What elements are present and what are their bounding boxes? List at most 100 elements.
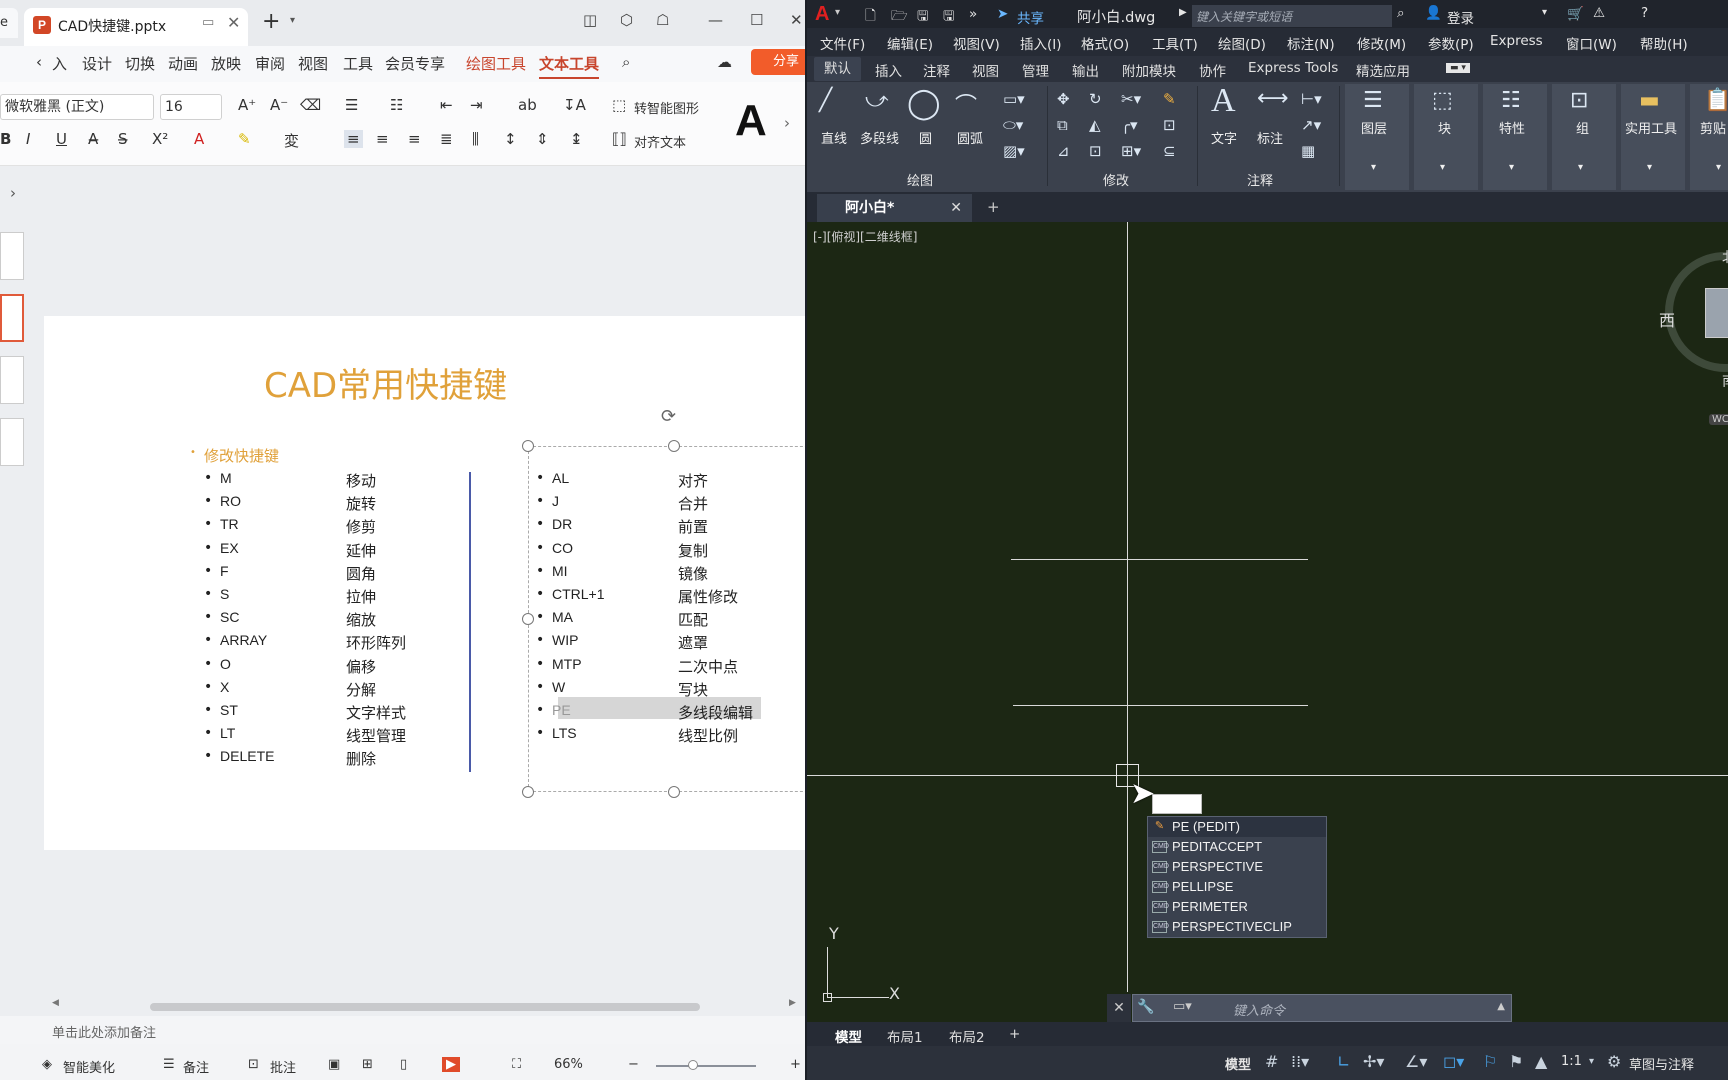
reading-view-icon[interactable]: ▯ xyxy=(400,1057,407,1072)
menu-drawing-tools[interactable]: 绘图工具 xyxy=(466,53,526,74)
hatch-icon[interactable]: ▨▾ xyxy=(1003,142,1025,160)
align-text-icon[interactable]: ⟦⟧ xyxy=(612,130,627,148)
new-tab-button[interactable]: + xyxy=(262,9,280,34)
font-color-icon[interactable]: A xyxy=(194,130,204,148)
autocomplete-item[interactable]: ✎ PE (PEDIT) xyxy=(1148,817,1326,837)
viewcube-north-label[interactable]: 北 xyxy=(1722,247,1728,267)
clipboard-panel[interactable]: 📋 剪贴 ▾ xyxy=(1690,84,1728,190)
shortcut-row[interactable]: • MI 镜像 xyxy=(536,563,796,583)
line-button[interactable]: 直线 xyxy=(821,128,847,147)
arc-icon[interactable]: ⌒ xyxy=(955,88,977,120)
tab-layout2[interactable]: 布局2 xyxy=(949,1026,985,1046)
clear-format-icon[interactable]: ⌫ xyxy=(300,96,321,114)
group-panel[interactable]: ⊡ 组 ▾ xyxy=(1552,84,1616,190)
box-icon[interactable]: ⬡ xyxy=(620,11,633,29)
shortcut-row[interactable]: • EX 延伸 xyxy=(204,540,464,560)
zoom-in-icon[interactable]: + xyxy=(790,1057,801,1072)
erase-icon[interactable]: ✎ xyxy=(1163,90,1176,108)
drawing-canvas[interactable]: [-][俯视][二维线框] ➤ ✎ PE (PEDIT) CMD PEDITACCE… xyxy=(807,222,1728,1022)
user-icon[interactable]: 👤 xyxy=(1425,5,1442,21)
zoom-slider[interactable] xyxy=(656,1065,756,1067)
wrench-icon[interactable]: 🔧 xyxy=(1137,999,1154,1015)
viewport-controls[interactable]: [-][俯视][二维线框] xyxy=(813,228,917,245)
distribute-icon[interactable]: ⫼ xyxy=(472,130,479,148)
open-file-icon[interactable]: 🗁 xyxy=(891,6,908,29)
shortcut-row[interactable]: • MA 匹配 xyxy=(536,609,796,629)
tab-collaborate[interactable]: 协作 xyxy=(1199,60,1226,80)
menu-insert[interactable]: 插入(I) xyxy=(1020,33,1062,53)
notes-pane[interactable]: 单击此处添加备注 xyxy=(0,1016,805,1044)
shortcut-row[interactable]: • ARRAY 环形阵列 xyxy=(204,632,464,652)
drawn-line[interactable] xyxy=(1013,705,1308,706)
viewcube-west-label[interactable]: 西 xyxy=(1659,307,1675,331)
shortcut-row[interactable]: • W 写块 xyxy=(536,679,796,699)
close-window-icon[interactable]: ✕ xyxy=(790,11,803,29)
autocad-logo-icon[interactable]: A xyxy=(815,3,829,26)
shortcut-row[interactable]: • S 拉伸 xyxy=(204,586,464,606)
chevron-down-icon[interactable]: ▾ xyxy=(1589,1056,1594,1067)
close-tab-icon[interactable]: ✕ xyxy=(227,13,240,32)
layers-panel[interactable]: ☰ 图层 ▾ xyxy=(1345,84,1409,190)
minimize-icon[interactable]: — xyxy=(708,11,723,29)
chevron-left-icon[interactable]: ‹ xyxy=(36,53,42,71)
menu-transition[interactable]: 切换 xyxy=(125,53,155,74)
group-modify-label[interactable]: 修改 xyxy=(1103,170,1129,189)
autocomplete-item[interactable]: CMD PERSPECTIVE xyxy=(1148,857,1326,877)
sidebar-toggle-icon[interactable]: ◫ xyxy=(583,11,597,29)
numbered-list-icon[interactable]: ☷ xyxy=(390,96,403,114)
search-icon[interactable]: ⌕ xyxy=(1397,5,1405,21)
shortcut-row[interactable]: • F 圆角 xyxy=(204,563,464,583)
tab-addins[interactable]: 附加模块 xyxy=(1122,60,1176,80)
chevron-down-icon[interactable]: ▾ xyxy=(290,15,295,26)
command-input[interactable]: 键入命令 xyxy=(1233,1000,1285,1019)
smart-graphic-label[interactable]: 转智能图形 xyxy=(634,98,699,117)
chat-icon[interactable]: ☁ xyxy=(717,53,732,71)
menu-tools[interactable]: 工具(T) xyxy=(1152,33,1198,53)
justify-icon[interactable]: ≣ xyxy=(440,130,453,148)
menu-format[interactable]: 格式(O) xyxy=(1081,33,1129,53)
help-icon[interactable]: ? xyxy=(1641,5,1648,21)
rectangle-icon[interactable]: ▭▾ xyxy=(1003,90,1025,108)
wcs-menu[interactable]: WCS xyxy=(1709,414,1728,425)
scale-value[interactable]: 1:1 xyxy=(1561,1054,1582,1069)
group-draw-label[interactable]: 绘图 xyxy=(907,170,933,189)
menu-design[interactable]: 设计 xyxy=(82,53,112,74)
italic-icon[interactable]: I xyxy=(26,130,30,148)
decrease-indent-icon[interactable]: ⇤ xyxy=(440,96,453,114)
align-right-icon[interactable]: ≡ xyxy=(408,130,421,148)
polar-icon[interactable]: ✢▾ xyxy=(1363,1052,1384,1071)
comment-icon[interactable]: ⊡ xyxy=(248,1057,259,1072)
strikethrough-icon[interactable]: A̶ xyxy=(88,130,98,148)
text-button[interactable]: 文字 xyxy=(1211,128,1237,147)
chevron-down-icon[interactable]: ▾ xyxy=(835,7,840,18)
utilities-panel[interactable]: ▬ 实用工具 ▾ xyxy=(1621,84,1685,190)
osnap-icon[interactable]: ◻▾ xyxy=(1443,1052,1464,1071)
shortcut-row[interactable]: • O 偏移 xyxy=(204,656,464,676)
workspace-switch[interactable]: 草图与注释 xyxy=(1629,1054,1694,1073)
new-layout-icon[interactable]: + xyxy=(1009,1026,1020,1042)
resize-handle[interactable] xyxy=(522,613,534,625)
menu-insert[interactable]: 入 xyxy=(52,53,67,74)
command-line[interactable]: ✕ 🔧 ▭▾ 键入命令 ▲ xyxy=(1107,994,1512,1022)
resize-handle[interactable] xyxy=(522,440,534,452)
gear-icon[interactable]: ⚙ xyxy=(1607,1052,1621,1071)
snap-icon[interactable]: ⁞⁞▾ xyxy=(1291,1052,1309,1071)
close-tab-icon[interactable]: ✕ xyxy=(950,194,962,222)
close-command-icon[interactable]: ✕ xyxy=(1107,994,1131,1022)
group-annotate-label[interactable]: 注释 xyxy=(1247,170,1273,189)
chevron-down-icon[interactable]: ▾ xyxy=(1542,7,1547,18)
block-panel[interactable]: ⬚ 块 ▾ xyxy=(1414,84,1478,190)
notes-icon[interactable]: ☰ xyxy=(163,1057,175,1072)
caret-right-icon[interactable]: ▶ xyxy=(1179,7,1187,18)
line-spacing-icon[interactable]: ↕ xyxy=(504,130,517,148)
menu-parametric[interactable]: 参数(P) xyxy=(1428,33,1474,53)
font-size-select[interactable]: 16 xyxy=(160,94,222,120)
explode-icon[interactable]: ⊡ xyxy=(1163,116,1176,134)
maximize-icon[interactable]: ☐ xyxy=(750,11,763,29)
rotate-handle-icon[interactable]: ⟳ xyxy=(661,406,676,427)
menu-slideshow[interactable]: 放映 xyxy=(211,53,241,74)
menu-edit[interactable]: 编辑(E) xyxy=(887,33,933,53)
linear-dim-icon[interactable]: ⊢▾ xyxy=(1301,90,1322,108)
slide-thumbnail-selected[interactable] xyxy=(0,294,24,342)
circle-icon[interactable]: ◯ xyxy=(907,86,941,121)
